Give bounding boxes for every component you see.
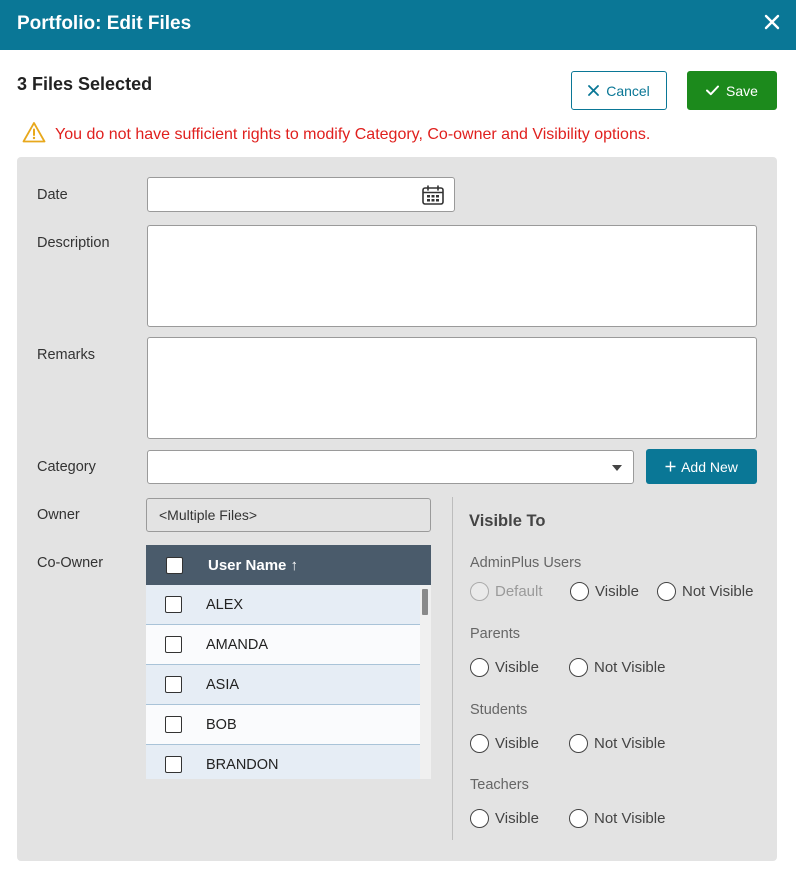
username-cell: BRANDON bbox=[206, 756, 279, 773]
category-select[interactable] bbox=[147, 450, 634, 484]
table-row[interactable]: ALEX bbox=[146, 585, 420, 625]
radio-circle[interactable] bbox=[569, 734, 588, 753]
table-row[interactable]: ASIA bbox=[146, 665, 420, 705]
cancel-label: Cancel bbox=[606, 82, 650, 99]
radio-label: Default bbox=[495, 583, 543, 600]
radio-circle[interactable] bbox=[569, 658, 588, 677]
cancel-button[interactable]: Cancel bbox=[571, 71, 667, 110]
save-label: Save bbox=[726, 82, 758, 99]
grid-scroll-thumb[interactable] bbox=[422, 589, 428, 615]
radio-label: Visible bbox=[495, 735, 539, 752]
row-checkbox[interactable] bbox=[165, 636, 182, 653]
radio-default[interactable]: Default bbox=[470, 582, 570, 601]
description-label: Description bbox=[37, 235, 110, 251]
radio-visible[interactable]: Visible bbox=[470, 658, 569, 677]
visibility-group-label: Parents bbox=[470, 626, 520, 642]
username-cell: AMANDA bbox=[206, 636, 269, 653]
category-label: Category bbox=[37, 459, 96, 475]
username-cell: BOB bbox=[206, 716, 237, 733]
visibility-options: Default Visible Not Visible bbox=[470, 582, 753, 601]
row-checkbox[interactable] bbox=[165, 596, 182, 613]
table-row[interactable]: AMANDA bbox=[146, 625, 420, 665]
radio-label: Not Visible bbox=[594, 735, 666, 752]
check-icon bbox=[706, 83, 720, 99]
plus-icon bbox=[665, 459, 676, 475]
dialog-titlebar: Portfolio: Edit Files bbox=[0, 0, 796, 50]
warning-icon bbox=[22, 121, 46, 148]
add-new-label: Add New bbox=[681, 458, 738, 475]
dialog-title: Portfolio: Edit Files bbox=[17, 13, 192, 34]
radio-visible[interactable]: Visible bbox=[570, 582, 657, 601]
radio-label: Visible bbox=[595, 583, 639, 600]
radio-circle[interactable] bbox=[470, 658, 489, 677]
row-checkbox[interactable] bbox=[165, 676, 182, 693]
radio-circle[interactable] bbox=[657, 582, 676, 601]
remarks-label: Remarks bbox=[37, 347, 96, 363]
radio-circle[interactable] bbox=[470, 809, 489, 828]
add-new-button[interactable]: Add New bbox=[646, 449, 757, 484]
select-all-checkbox[interactable] bbox=[166, 556, 183, 574]
radio-label: Not Visible bbox=[682, 583, 754, 600]
x-icon bbox=[588, 83, 600, 99]
coowner-grid: User Name ↑ ALEX AMANDA ASIA BOB BRANDON bbox=[146, 545, 431, 779]
warning-text: You do not have sufficient rights to mod… bbox=[55, 125, 651, 143]
save-button[interactable]: Save bbox=[687, 71, 777, 110]
files-selected-heading: 3 Files Selected bbox=[17, 74, 153, 94]
row-checkbox[interactable] bbox=[165, 716, 182, 733]
table-row[interactable]: BRANDON bbox=[146, 745, 420, 779]
radio-not-visible[interactable]: Not Visible bbox=[569, 734, 665, 753]
date-label: Date bbox=[37, 187, 68, 203]
username-column-header[interactable]: User Name ↑ bbox=[208, 557, 298, 574]
visibility-options: Visible Not Visible bbox=[470, 734, 665, 753]
description-textarea[interactable] bbox=[147, 225, 757, 327]
radio-visible[interactable]: Visible bbox=[470, 734, 569, 753]
owner-label: Owner bbox=[37, 507, 80, 523]
username-cell: ASIA bbox=[206, 676, 240, 693]
radio-circle[interactable] bbox=[570, 582, 589, 601]
visibility-group-label: AdminPlus Users bbox=[470, 555, 582, 571]
section-divider bbox=[452, 497, 453, 840]
radio-circle[interactable] bbox=[470, 582, 489, 601]
caret-down-icon bbox=[612, 465, 622, 471]
radio-label: Visible bbox=[495, 810, 539, 827]
radio-not-visible[interactable]: Not Visible bbox=[569, 809, 665, 828]
owner-field: <Multiple Files> bbox=[146, 498, 431, 532]
radio-visible[interactable]: Visible bbox=[470, 809, 569, 828]
date-input[interactable] bbox=[147, 177, 455, 212]
permission-warning: You do not have sufficient rights to mod… bbox=[22, 121, 650, 148]
close-icon[interactable] bbox=[762, 12, 782, 32]
table-row[interactable]: BOB bbox=[146, 705, 420, 745]
radio-not-visible[interactable]: Not Visible bbox=[657, 582, 753, 601]
coowner-label: Co-Owner bbox=[37, 555, 104, 571]
radio-label: Not Visible bbox=[594, 659, 666, 676]
radio-label: Not Visible bbox=[594, 810, 666, 827]
username-cell: ALEX bbox=[206, 596, 244, 613]
grid-body: ALEX AMANDA ASIA BOB BRANDON bbox=[146, 585, 431, 779]
remarks-textarea[interactable] bbox=[147, 337, 757, 439]
radio-label: Visible bbox=[495, 659, 539, 676]
visibility-options: Visible Not Visible bbox=[470, 658, 665, 677]
radio-not-visible[interactable]: Not Visible bbox=[569, 658, 665, 677]
radio-circle[interactable] bbox=[470, 734, 489, 753]
radio-circle[interactable] bbox=[569, 809, 588, 828]
row-checkbox[interactable] bbox=[165, 756, 182, 773]
visibility-group-label: Teachers bbox=[470, 777, 529, 793]
calendar-icon[interactable] bbox=[422, 185, 444, 210]
grid-header: User Name ↑ bbox=[146, 545, 431, 585]
visibility-options: Visible Not Visible bbox=[470, 809, 665, 828]
visibility-group-label: Students bbox=[470, 702, 528, 718]
visible-to-title: Visible To bbox=[469, 512, 546, 530]
